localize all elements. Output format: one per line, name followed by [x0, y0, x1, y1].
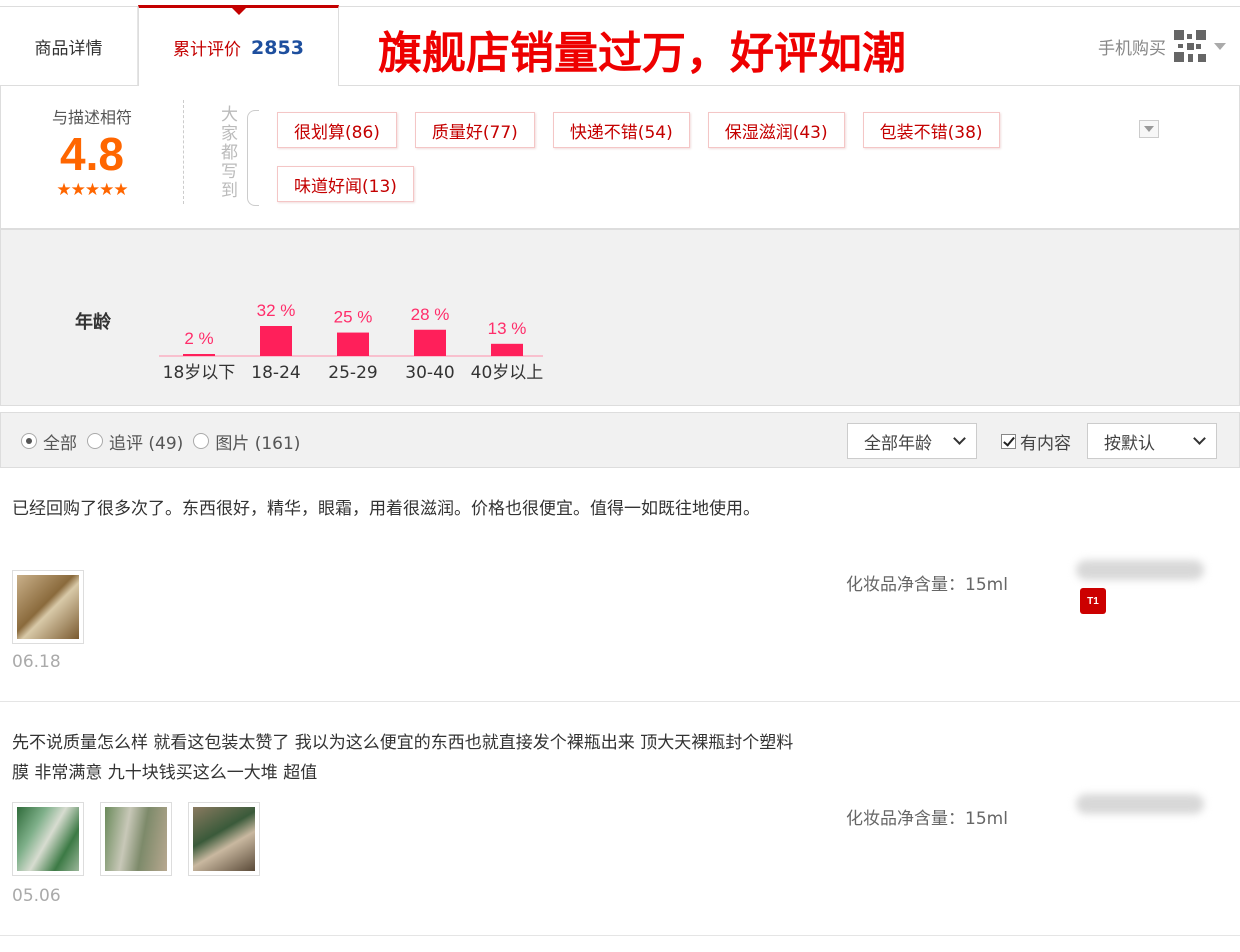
age-filter-value: 全部年龄: [864, 433, 932, 454]
vip-level-badge: T1: [1080, 588, 1106, 614]
radio-all-label: 全部: [43, 433, 77, 454]
review-item: 先不说质量怎么样 就看这包装太赞了 我以为这么便宜的东西也就直接发个裸瓶出来 顶…: [0, 702, 1240, 936]
age-bar: [491, 343, 523, 356]
age-category-label: 40岁以上: [471, 363, 544, 383]
reviewer-name-blurred: [1076, 794, 1204, 814]
sort-value: 按默认: [1104, 433, 1155, 454]
rating-summary: 与描述相符 4.8 ★★★★★ 大家都写到 很划算(86) 质量好(77) 快递…: [0, 86, 1240, 230]
chevron-down-icon: [1214, 42, 1226, 50]
age-bar-value-label: 2 %: [184, 329, 213, 348]
tab-product-detail[interactable]: 商品详情: [0, 7, 138, 85]
impression-tag[interactable]: 包装不错(38): [862, 112, 1000, 148]
age-category-label: 18-24: [251, 363, 300, 383]
age-bar: [337, 332, 369, 356]
tab-reviews[interactable]: 累计评价 2853: [138, 5, 339, 87]
chevron-down-icon: [953, 432, 966, 445]
reviewer-name-blurred: [1076, 560, 1204, 580]
active-tab-caret-icon: [231, 8, 246, 15]
qr-code-icon: [1174, 30, 1206, 62]
review-filter-bar: 全部 追评 (49) 图片 (161) 全部年龄 有内容 按默认: [0, 412, 1240, 468]
age-category-label: 18岁以下: [163, 363, 236, 383]
impression-tag[interactable]: 味道好闻(13): [277, 166, 414, 202]
review-text: 已经回购了很多次了。东西很好，精华，眼霜，用着很滋润。价格也很便宜。值得一如既往…: [12, 499, 760, 519]
review-photo-thumbnail[interactable]: [188, 802, 260, 876]
mobile-buy-button[interactable]: 手机购买: [1098, 7, 1226, 85]
age-bar: [260, 326, 292, 356]
impression-tag[interactable]: 快递不错(54): [552, 112, 690, 148]
review-photo-thumbnail[interactable]: [100, 802, 172, 876]
radio-all[interactable]: 全部: [21, 429, 77, 454]
review-photos: [12, 802, 260, 876]
impression-tag[interactable]: 保湿滋润(43): [707, 112, 845, 148]
review-photo-thumbnail[interactable]: [12, 570, 84, 644]
review-photo-thumbnail[interactable]: [12, 802, 84, 876]
mobile-buy-label: 手机购买: [1098, 38, 1166, 59]
tab-product-detail-label: 商品详情: [34, 38, 103, 59]
radio-photos[interactable]: 图片 (161): [193, 429, 300, 454]
age-filter-select[interactable]: 全部年龄: [847, 423, 977, 459]
review-count: 2853: [251, 36, 304, 59]
radio-icon: [193, 433, 210, 449]
impression-tag[interactable]: 质量好(77): [414, 112, 535, 148]
expand-tags-button[interactable]: [1139, 120, 1159, 138]
has-content-checkbox[interactable]: 有内容: [1001, 413, 1071, 469]
review-date: 06.18: [12, 652, 61, 672]
has-content-label: 有内容: [1020, 433, 1071, 454]
radio-followup-label: 追评 (49): [109, 433, 184, 454]
promo-banner: 旗舰店销量过万，好评如潮: [378, 28, 906, 79]
chevron-down-icon: [1144, 126, 1154, 132]
tab-reviews-label: 累计评价: [173, 40, 242, 60]
review-date: 05.06: [12, 886, 61, 906]
review-type-radios: 全部 追评 (49) 图片 (161): [21, 413, 300, 469]
age-category-label: 25-29: [328, 363, 377, 383]
review-text: 先不说质量怎么样 就看这包装太赞了 我以为这么便宜的东西也就直接发个裸瓶出来 顶…: [12, 733, 794, 783]
checkbox-checked-icon: [1001, 433, 1016, 449]
product-spec: 化妆品净含量：15ml: [846, 575, 1008, 595]
radio-icon: [87, 433, 103, 449]
tab-bar: 商品详情 累计评价 2853 旗舰店销量过万，好评如潮 手机购买: [0, 5, 1240, 87]
impression-tags: 很划算(86) 质量好(77) 快递不错(54) 保湿滋润(43) 包装不错(3…: [277, 112, 1097, 202]
sort-select[interactable]: 按默认: [1087, 423, 1217, 459]
age-bar-value-label: 13 %: [488, 319, 527, 338]
age-bar-value-label: 25 %: [334, 308, 373, 327]
tags-heading: 大家都写到: [221, 105, 238, 201]
age-bar: [183, 354, 215, 356]
score-box: 与描述相符 4.8 ★★★★★: [1, 104, 183, 200]
age-distribution: 年龄 2 % 18岁以下 32 % 18-24 25 % 25-29 28 % 30-40 13…: [0, 230, 1240, 406]
radio-photos-label: 图片 (161): [215, 433, 301, 454]
age-bar-value-label: 32 %: [257, 301, 296, 320]
score-label: 与描述相符: [51, 108, 132, 127]
age-bar: [414, 329, 446, 356]
age-bar-chart: 2 % 18岁以下 32 % 18-24 25 % 25-29 28 % 30-40 13 % 4…: [159, 301, 544, 383]
star-rating-icon: ★★★★★: [56, 180, 128, 200]
review-item: 已经回购了很多次了。东西很好，精华，眼霜，用着很滋润。价格也很便宜。值得一如既往…: [0, 468, 1240, 702]
score-value: 4.8: [60, 128, 124, 180]
age-category-label: 30-40: [405, 363, 454, 383]
brace-icon: [247, 110, 259, 206]
chevron-down-icon: [1193, 432, 1206, 445]
impression-tag[interactable]: 很划算(86): [277, 112, 397, 148]
review-photos: [12, 570, 84, 644]
divider: [183, 100, 184, 204]
age-bar-value-label: 28 %: [411, 305, 450, 324]
age-label: 年龄: [75, 312, 111, 333]
radio-selected-icon: [21, 433, 37, 449]
product-spec: 化妆品净含量：15ml: [846, 809, 1008, 829]
radio-followup[interactable]: 追评 (49): [87, 429, 183, 454]
